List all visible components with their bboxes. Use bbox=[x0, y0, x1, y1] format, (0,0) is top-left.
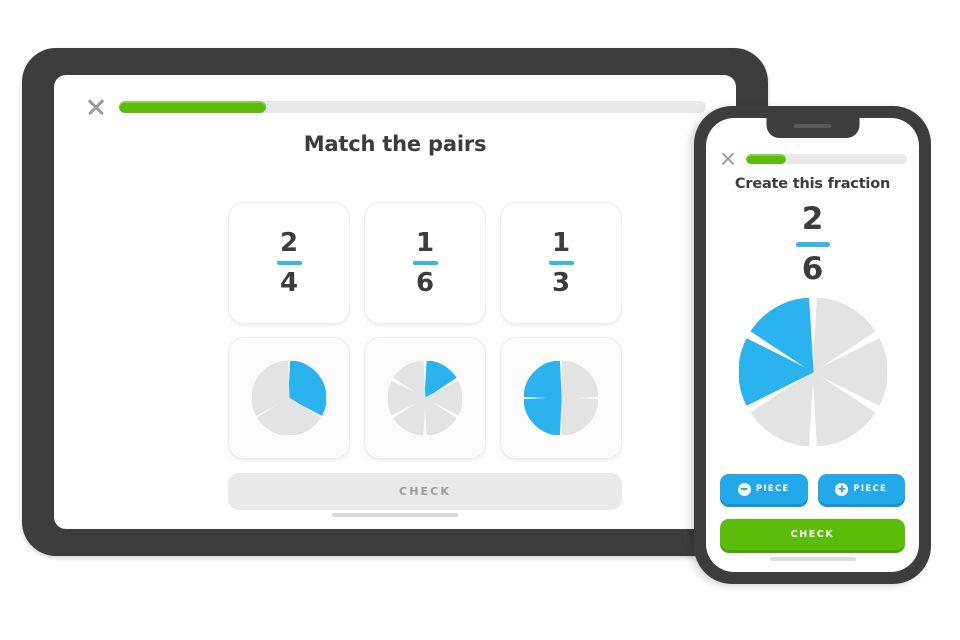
close-x-icon[interactable] bbox=[86, 97, 105, 116]
tablet-check-button[interactable]: CHECK bbox=[228, 473, 622, 510]
fraction-bar bbox=[276, 261, 302, 265]
tablet-page-title: Match the pairs bbox=[303, 132, 487, 156]
phone-target-fraction: 2 6 bbox=[706, 204, 919, 285]
piece-controls: PIECE PIECE bbox=[720, 474, 905, 504]
plus-circle-icon bbox=[835, 482, 849, 496]
fraction-bar bbox=[412, 261, 438, 265]
pie-card-row bbox=[228, 337, 622, 459]
phone-notch bbox=[766, 118, 859, 138]
fraction-card-3[interactable]: 1 3 bbox=[500, 202, 622, 324]
pie-chart-icon bbox=[388, 361, 462, 435]
phone-top-bar bbox=[720, 151, 907, 166]
fraction-display: 1 6 bbox=[412, 228, 438, 298]
minus-circle-icon bbox=[737, 482, 751, 496]
fraction-display: 1 3 bbox=[548, 228, 574, 298]
pie-chart-icon bbox=[252, 361, 326, 435]
speaker-icon bbox=[793, 124, 832, 128]
phone-device: Create this fraction 2 6 PIECE PIECE CHE… bbox=[694, 106, 931, 584]
pie-card-2[interactable] bbox=[364, 337, 486, 459]
fraction-display: 2 6 bbox=[795, 201, 830, 287]
fraction-denominator: 6 bbox=[415, 267, 435, 298]
phone-screen: Create this fraction 2 6 PIECE PIECE CHE… bbox=[706, 118, 919, 572]
scene: Match the pairs 2 4 1 6 1 3 CHECK Create… bbox=[0, 0, 960, 640]
minus-piece-label: PIECE bbox=[755, 484, 790, 494]
phone-home-indicator bbox=[769, 557, 856, 561]
phone-progress-fill bbox=[746, 153, 787, 164]
fraction-display: 2 4 bbox=[276, 228, 302, 298]
phone-progress-bar bbox=[746, 153, 907, 164]
fraction-card-row: 2 4 1 6 1 3 bbox=[228, 202, 622, 324]
fraction-numerator: 1 bbox=[415, 228, 435, 259]
fraction-bar bbox=[795, 242, 830, 247]
close-x-icon[interactable] bbox=[720, 151, 735, 166]
plus-piece-button[interactable]: PIECE bbox=[817, 474, 905, 504]
tablet-device: Match the pairs 2 4 1 6 1 3 CHECK bbox=[22, 48, 768, 556]
fraction-numerator: 1 bbox=[551, 228, 571, 259]
fraction-numerator: 2 bbox=[279, 228, 299, 259]
tablet-progress-fill bbox=[119, 100, 266, 113]
fraction-denominator: 6 bbox=[801, 251, 824, 287]
fraction-numerator: 2 bbox=[801, 201, 824, 237]
match-card-grid: 2 4 1 6 1 3 bbox=[228, 202, 622, 459]
pie-chart-icon bbox=[524, 361, 598, 435]
minus-piece-button[interactable]: PIECE bbox=[720, 474, 808, 504]
pie-card-1[interactable] bbox=[228, 337, 350, 459]
fraction-denominator: 3 bbox=[551, 267, 571, 298]
phone-pie-area bbox=[706, 298, 919, 446]
fraction-denominator: 4 bbox=[279, 267, 299, 298]
pie-chart-icon[interactable] bbox=[738, 298, 887, 446]
tablet-screen: Match the pairs 2 4 1 6 1 3 CHECK bbox=[54, 75, 736, 529]
fraction-bar bbox=[548, 261, 574, 265]
fraction-card-2[interactable]: 1 6 bbox=[364, 202, 486, 324]
plus-piece-label: PIECE bbox=[853, 484, 888, 494]
tablet-progress-bar bbox=[119, 100, 706, 113]
phone-page-title: Create this fraction bbox=[734, 176, 891, 192]
tablet-home-indicator bbox=[332, 513, 458, 517]
pie-card-3[interactable] bbox=[500, 337, 622, 459]
tablet-top-bar bbox=[86, 97, 706, 116]
fraction-card-1[interactable]: 2 4 bbox=[228, 202, 350, 324]
phone-check-button[interactable]: CHECK bbox=[720, 519, 905, 550]
